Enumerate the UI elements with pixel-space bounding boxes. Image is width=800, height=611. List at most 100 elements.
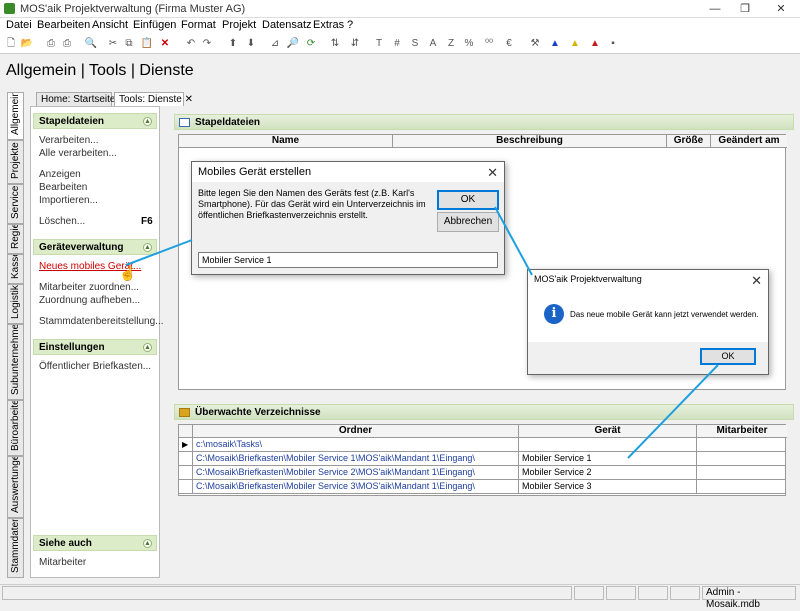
s-format-icon[interactable]: S bbox=[408, 37, 422, 51]
close-icon[interactable]: ✕ bbox=[751, 273, 762, 289]
print-preview-icon[interactable]: ⎙ bbox=[60, 37, 74, 51]
vtab-kasse[interactable]: Kasse bbox=[7, 254, 24, 284]
user-yellow-icon[interactable]: ▲ bbox=[568, 37, 582, 51]
collapse-icon[interactable]: ▲ bbox=[143, 117, 152, 126]
cell-ordner[interactable]: C:\Mosaik\Briefkasten\Mobiler Service 2\… bbox=[193, 466, 519, 480]
currency-icon[interactable]: € bbox=[502, 37, 516, 51]
info-ok-button[interactable]: OK bbox=[700, 348, 756, 365]
user-red-icon[interactable]: ▲ bbox=[588, 37, 602, 51]
cell-mitarbeiter[interactable] bbox=[697, 452, 785, 466]
vtab-subunternehmer[interactable]: Subunternehmer bbox=[7, 324, 24, 400]
menu-einfuegen[interactable]: Einfügen bbox=[133, 19, 176, 31]
action-verarbeiten[interactable]: Verarbeiten... bbox=[39, 135, 98, 146]
maximize-icon[interactable]: ❐ bbox=[730, 2, 760, 16]
table-row[interactable]: C:\Mosaik\Briefkasten\Mobiler Service 1\… bbox=[179, 452, 785, 466]
undo-icon[interactable]: ↶ bbox=[184, 37, 198, 51]
minimize-icon[interactable]: — bbox=[700, 2, 730, 16]
preview-icon[interactable]: 🔍 bbox=[84, 37, 98, 51]
table-row[interactable]: ▶ c:\mosaik\Tasks\ bbox=[179, 438, 785, 452]
tools-icon[interactable]: ⚒ bbox=[528, 37, 542, 51]
settings-icon[interactable]: ▪ bbox=[606, 37, 620, 51]
section-geraeteverwaltung[interactable]: Geräteverwaltung ▲ bbox=[33, 239, 157, 255]
section-stapeldateien[interactable]: Stapeldateien ▲ bbox=[33, 113, 157, 129]
cut-icon[interactable]: ✂ bbox=[106, 37, 120, 51]
percent-icon[interactable]: % bbox=[462, 37, 476, 51]
delete-icon[interactable]: ✕ bbox=[158, 37, 172, 51]
copy-icon[interactable]: ⧉ bbox=[122, 37, 136, 51]
col-name[interactable]: Name bbox=[179, 135, 393, 148]
action-oeffentlicher-briefkasten[interactable]: Öffentlicher Briefkasten... bbox=[39, 361, 151, 372]
print-icon[interactable]: ⎙ bbox=[44, 37, 58, 51]
cell-geraet[interactable]: Mobiler Service 3 bbox=[519, 480, 697, 494]
paste-icon[interactable]: 📋 bbox=[140, 37, 154, 51]
refresh-icon[interactable]: ⟳ bbox=[304, 37, 318, 51]
col-mitarbeiter[interactable]: Mitarbeiter bbox=[697, 425, 787, 438]
close-icon[interactable]: ✕ bbox=[487, 165, 498, 181]
table-row[interactable]: C:\Mosaik\Briefkasten\Mobiler Service 3\… bbox=[179, 480, 785, 494]
action-mitarbeiter-zuordnen[interactable]: Mitarbeiter zuordnen... bbox=[39, 282, 139, 293]
tab-home[interactable]: Home: Startseite bbox=[36, 92, 115, 106]
decimal-icon[interactable]: ⁰⁰ bbox=[482, 37, 496, 51]
cell-ordner[interactable]: c:\mosaik\Tasks\ bbox=[193, 438, 519, 452]
cell-mitarbeiter[interactable] bbox=[697, 466, 785, 480]
link-mitarbeiter[interactable]: Mitarbeiter bbox=[39, 557, 86, 568]
menu-extras[interactable]: Extras bbox=[313, 19, 344, 31]
menu-bearbeiten[interactable]: Bearbeiten bbox=[37, 19, 90, 31]
vtab-auswertungen[interactable]: Auswertungen bbox=[7, 456, 24, 518]
tab-close-icon[interactable]: ✕ bbox=[185, 94, 193, 105]
sort-az-icon[interactable]: ⇅ bbox=[328, 37, 342, 51]
action-importieren[interactable]: Importieren... bbox=[39, 195, 98, 206]
action-zuordnung-aufheben[interactable]: Zuordnung aufheben... bbox=[39, 295, 140, 306]
col-beschreibung[interactable]: Beschreibung bbox=[393, 135, 667, 148]
z-format-icon[interactable]: Z bbox=[444, 37, 458, 51]
filter-icon[interactable]: ⊿ bbox=[268, 37, 282, 51]
col-groesse[interactable]: Größe bbox=[667, 135, 711, 148]
close-icon[interactable]: ✕ bbox=[766, 2, 796, 16]
cell-mitarbeiter[interactable] bbox=[697, 480, 785, 494]
col-geaendert[interactable]: Geändert am bbox=[711, 135, 787, 148]
folders-grid[interactable]: Ordner Gerät Mitarbeiter ▶ c:\mosaik\Tas… bbox=[178, 424, 787, 496]
menu-ansicht[interactable]: Ansicht bbox=[92, 19, 128, 31]
action-alle-verarbeiten[interactable]: Alle verarbeiten... bbox=[39, 148, 117, 159]
cell-geraet[interactable]: Mobiler Service 2 bbox=[519, 466, 697, 480]
cell-ordner[interactable]: C:\Mosaik\Briefkasten\Mobiler Service 3\… bbox=[193, 480, 519, 494]
sort-za-icon[interactable]: ⇵ bbox=[348, 37, 362, 51]
action-loeschen[interactable]: Löschen... bbox=[39, 216, 85, 227]
menu-datei[interactable]: Datei bbox=[6, 19, 32, 31]
user-blue-icon[interactable]: ▲ bbox=[548, 37, 562, 51]
menu-format[interactable]: Format bbox=[181, 19, 216, 31]
text-format-icon[interactable]: T bbox=[372, 37, 386, 51]
menu-help[interactable]: ? bbox=[347, 19, 353, 31]
col-ordner[interactable]: Ordner bbox=[193, 425, 519, 438]
redo-icon[interactable]: ↷ bbox=[200, 37, 214, 51]
vtab-stammdaten[interactable]: Stammdaten bbox=[7, 518, 24, 578]
section-einstellungen[interactable]: Einstellungen ▲ bbox=[33, 339, 157, 355]
ok-button[interactable]: OK bbox=[437, 190, 499, 210]
collapse-icon[interactable]: ▲ bbox=[143, 243, 152, 252]
vtab-regie[interactable]: Regie bbox=[7, 224, 24, 254]
cell-ordner[interactable]: C:\Mosaik\Briefkasten\Mobiler Service 1\… bbox=[193, 452, 519, 466]
cell-geraet[interactable]: Mobiler Service 1 bbox=[519, 452, 697, 466]
action-bearbeiten[interactable]: Bearbeiten bbox=[39, 182, 87, 193]
action-anzeigen[interactable]: Anzeigen bbox=[39, 169, 81, 180]
arrow-down-icon[interactable]: ⬇ bbox=[244, 37, 258, 51]
device-name-input[interactable]: Mobiler Service 1 bbox=[198, 252, 498, 268]
vtab-projekte[interactable]: Projekte bbox=[7, 140, 24, 184]
arrow-up-icon[interactable]: ⬆ bbox=[226, 37, 240, 51]
new-icon[interactable]: 🗋 bbox=[4, 37, 18, 51]
table-row[interactable]: C:\Mosaik\Briefkasten\Mobiler Service 2\… bbox=[179, 466, 785, 480]
vtab-logistik[interactable]: Logistik bbox=[7, 284, 24, 324]
cell-geraet[interactable] bbox=[519, 438, 697, 452]
number-format-icon[interactable]: # bbox=[390, 37, 404, 51]
tab-tools[interactable]: Tools: Dienste ✕ bbox=[114, 92, 193, 106]
cell-mitarbeiter[interactable] bbox=[697, 438, 785, 452]
action-stammdatenbereitstellung[interactable]: Stammdatenbereitstellung... bbox=[39, 316, 164, 327]
vtab-service[interactable]: Service bbox=[7, 184, 24, 224]
collapse-icon[interactable]: ▲ bbox=[143, 539, 152, 548]
vtab-allgemein[interactable]: Allgemein bbox=[7, 92, 24, 140]
open-icon[interactable]: 📂 bbox=[20, 37, 34, 51]
col-geraet[interactable]: Gerät bbox=[519, 425, 697, 438]
section-siehe-auch[interactable]: Siehe auch ▲ bbox=[33, 535, 157, 551]
collapse-icon[interactable]: ▲ bbox=[143, 343, 152, 352]
menu-projekt[interactable]: Projekt bbox=[222, 19, 256, 31]
